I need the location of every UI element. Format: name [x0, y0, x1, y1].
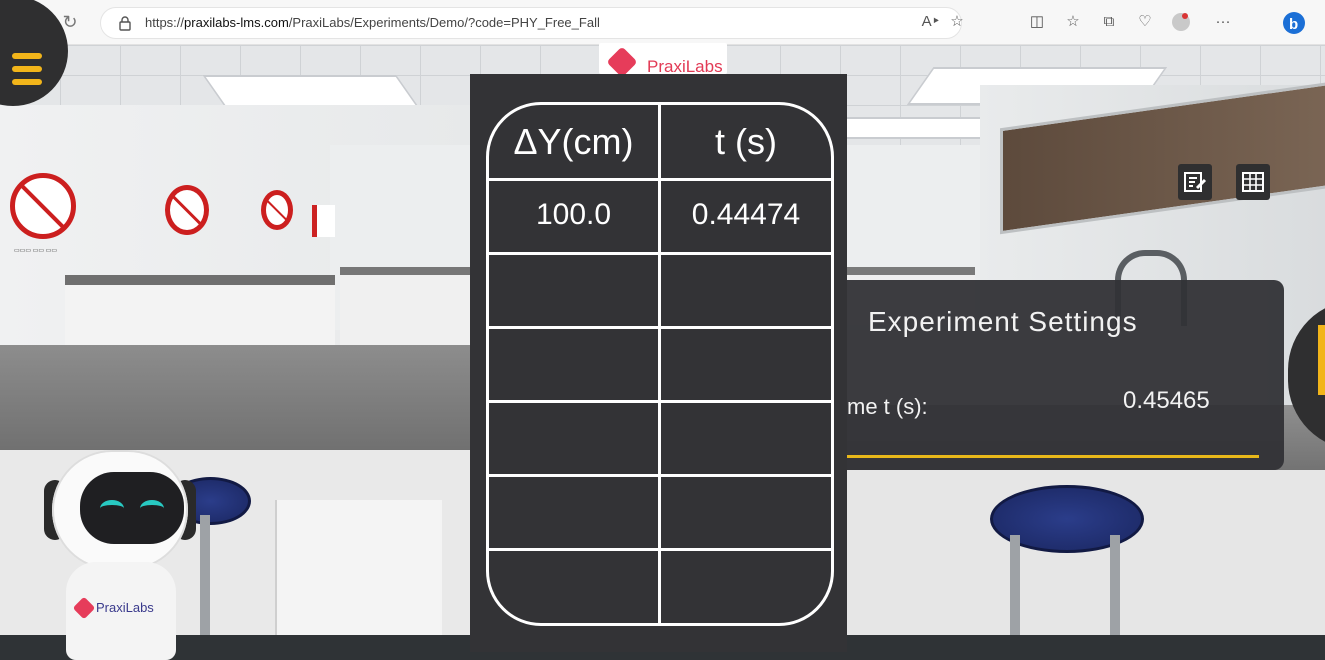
url-path: /PraxiLabs/Experiments/Demo/?code=PHY_Fr… [288, 15, 600, 30]
back-counter-middle [340, 267, 470, 355]
row-divider [489, 400, 831, 403]
table-cell-delta-y: 100.0 [535, 198, 612, 231]
table-header-time: t (s) [715, 121, 777, 162]
table-header-delta-y: ΔY(cm) [513, 121, 634, 162]
row-divider [489, 548, 831, 551]
lock-icon[interactable] [117, 15, 133, 31]
settings-slider-track[interactable] [847, 455, 1259, 458]
ceiling-light [845, 117, 984, 139]
read-aloud-icon[interactable]: A‣ [920, 11, 942, 33]
table-cell-time: 0.44474 [691, 198, 801, 231]
settings-title: Experiment Settings [868, 306, 1138, 337]
favorite-icon[interactable]: ☆ [946, 11, 968, 33]
url-text[interactable]: https://praxilabs-lms.com/PraxiLabs/Expe… [145, 15, 600, 30]
more-icon[interactable]: ··· [1212, 11, 1234, 33]
svg-text:b: b [1289, 16, 1298, 33]
collections-icon[interactable]: ⧉ [1098, 11, 1120, 33]
row-divider [489, 326, 831, 329]
data-table: ΔY(cm) t (s) 100.0 0.44474 [486, 102, 834, 626]
praxilabs-logo: PraxiLabs [599, 43, 727, 74]
bing-icon[interactable]: b [1282, 11, 1305, 34]
no-smoking-sign [10, 173, 76, 239]
sign-caption: ▭▭▭ ▭▭ ▭▭ [14, 248, 58, 254]
row-divider [489, 474, 831, 477]
url-domain: praxilabs-lms.com [184, 15, 289, 30]
notes-edit-icon[interactable] [1178, 164, 1212, 200]
praxilabs-logo-icon [606, 46, 638, 74]
robot-eye [140, 500, 164, 517]
robot-face [80, 472, 184, 544]
browser-toolbar: ← ↻ https://praxilabs-lms.com/PraxiLabs/… [0, 0, 1325, 45]
stool-leg [200, 515, 210, 635]
no-drinking-sign [165, 185, 209, 235]
profile-icon[interactable] [1170, 11, 1192, 33]
url-prefix: https:// [145, 15, 185, 30]
robot-body: PraxiLabs [66, 562, 176, 660]
robot-logo-text: PraxiLabs [96, 600, 154, 615]
fall-time-value: 0.45465 [1123, 387, 1210, 414]
split-screen-icon[interactable]: ◫ [1026, 11, 1048, 33]
hamburger-menu-icon[interactable] [12, 53, 42, 91]
robot-assistant[interactable]: PraxiLabs [40, 450, 200, 660]
column-divider [658, 105, 661, 623]
browser-health-icon[interactable]: ♡ [1134, 11, 1156, 33]
data-table-icon[interactable] [1236, 164, 1270, 200]
robot-eye [100, 500, 124, 517]
robot-head [52, 450, 188, 570]
logo-text: PraxiLabs [647, 57, 723, 74]
stool-leg [1010, 535, 1020, 645]
extinguisher-box [312, 205, 335, 237]
no-food-sign [261, 190, 293, 230]
fall-time-label: me t (s): [847, 394, 928, 419]
row-divider [489, 178, 831, 181]
row-divider [489, 252, 831, 255]
stool-leg [1110, 535, 1120, 645]
praxilabs-logo-icon [72, 596, 96, 620]
address-bar[interactable]: https://praxilabs-lms.com/PraxiLabs/Expe… [100, 7, 962, 39]
front-countertop-left [0, 345, 480, 455]
favorites-icon[interactable]: ☆ [1062, 11, 1084, 33]
